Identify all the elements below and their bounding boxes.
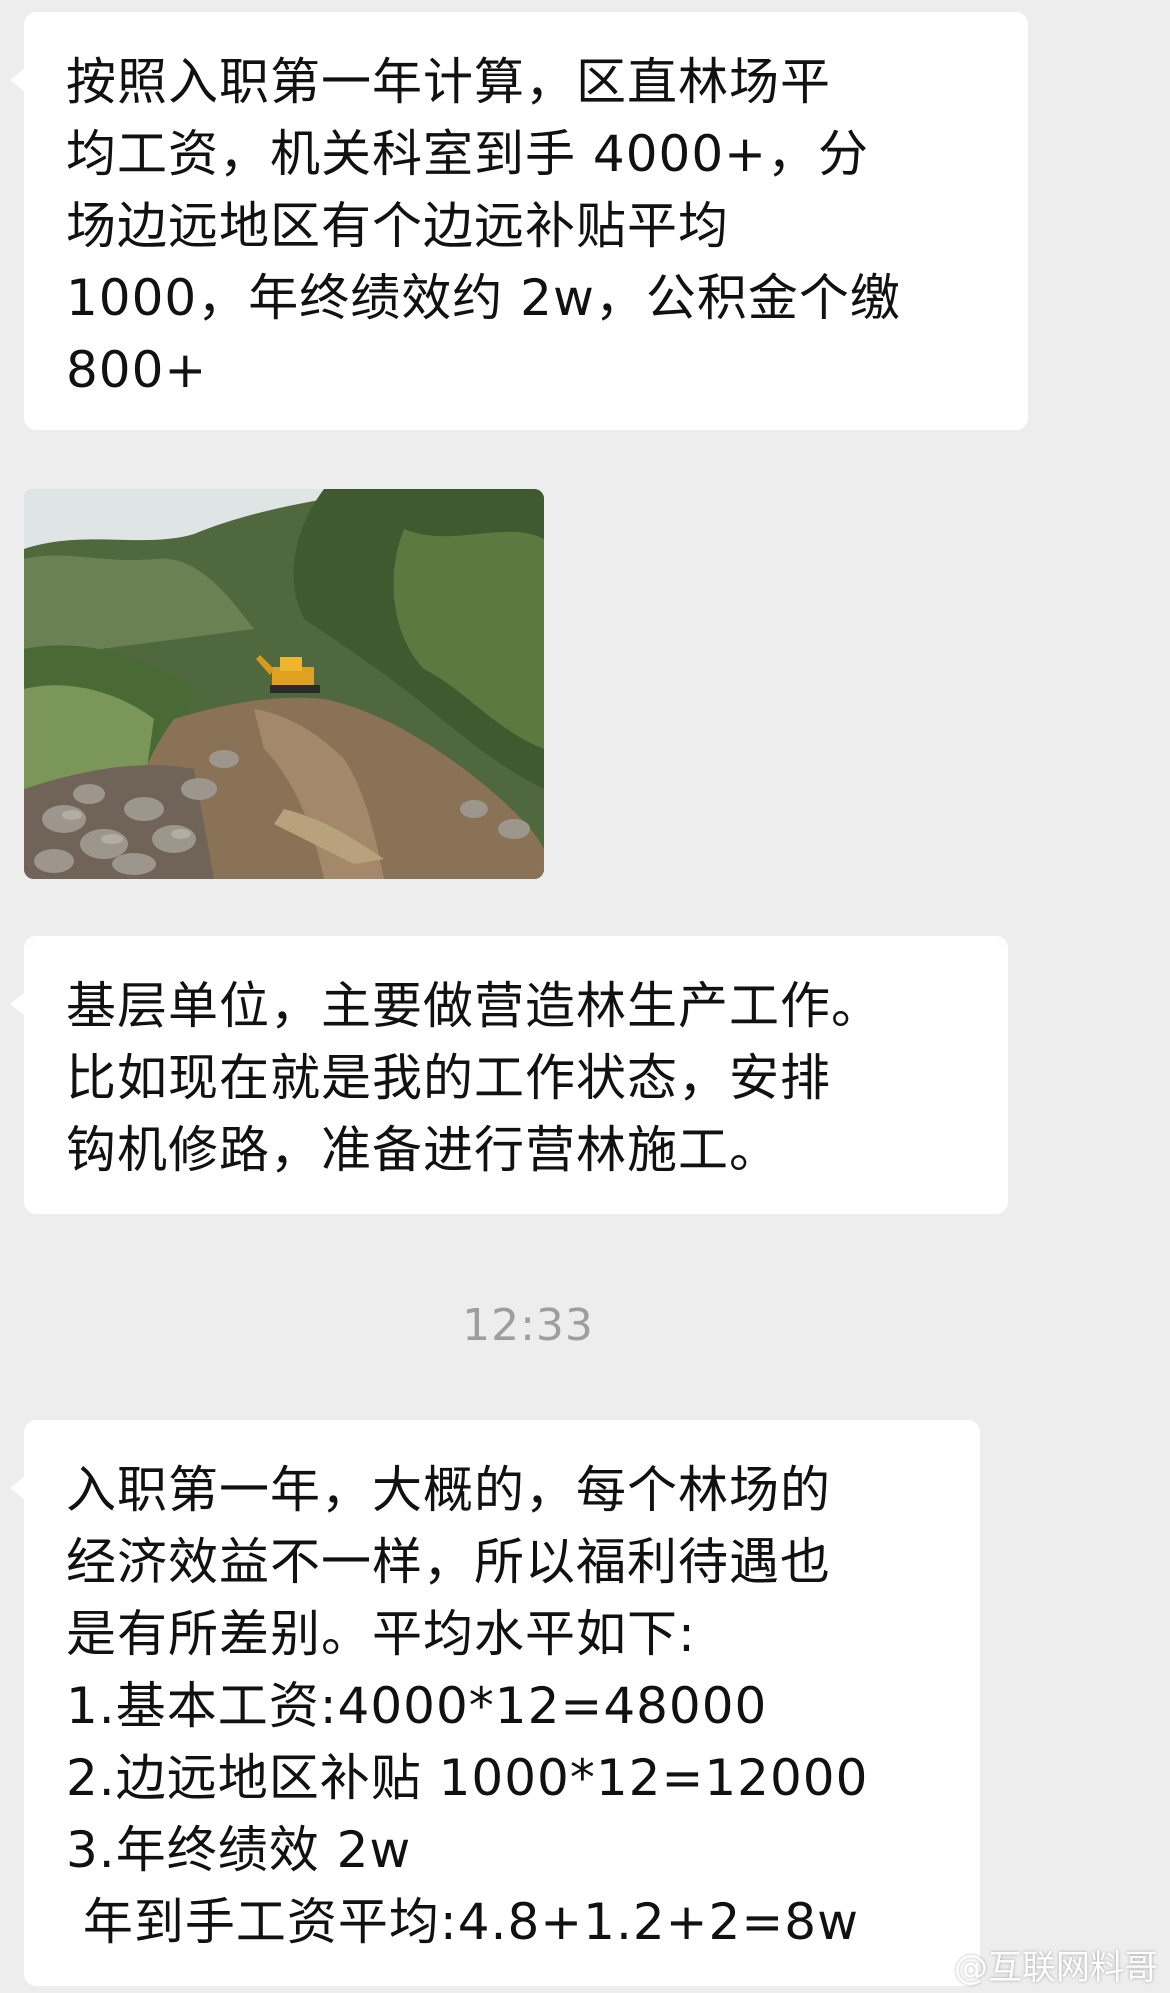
chat-timestamp: 12:33 [462, 1300, 594, 1351]
message-line: 钩机修路，准备进行营林施工。 [66, 1121, 780, 1179]
message-photo-forest-road-excavator[interactable] [24, 489, 544, 879]
message-bubble-work-description[interactable]: 基层单位，主要做营造林生产工作。 比如现在就是我的工作状态，安排 钩机修路，准备… [10, 936, 1008, 1214]
message-bubble-salary-breakdown[interactable]: 入职第一年，大概的，每个林场的 经济效益不一样，所以福利待遇也 是有所差别。平均… [10, 1420, 980, 1986]
message-line: 均工资，机关科室到手 4000+，分 [66, 125, 870, 183]
watermark: @互联网料哥 [902, 1940, 1158, 1989]
watermark-text: @互联网料哥 [954, 1948, 1158, 1988]
message-bubble-salary-overview[interactable]: 按照入职第一年计算，区直林场平 均工资，机关科室到手 4000+，分 场边远地区… [10, 12, 1028, 430]
message-line: 2.边远地区补贴 1000*12=12000 [66, 1749, 869, 1807]
message-line: 1000，年终绩效约 2w，公积金个缴 [66, 269, 901, 327]
message-line: 比如现在就是我的工作状态，安排 [66, 1049, 831, 1107]
message-line: 是有所差别。平均水平如下: [66, 1605, 696, 1663]
message-line: 年到手工资平均:4.8+1.2+2=8w [66, 1893, 859, 1951]
message-line: 1.基本工资:4000*12=48000 [66, 1677, 768, 1735]
message-line: 按照入职第一年计算，区直林场平 [66, 53, 831, 111]
message-line: 经济效益不一样，所以福利待遇也 [66, 1533, 831, 1591]
message-line: 入职第一年，大概的，每个林场的 [66, 1461, 831, 1519]
message-line: 场边远地区有个边远补贴平均 [66, 197, 729, 255]
message-line: 800+ [66, 341, 208, 399]
message-line: 3.年终绩效 2w [66, 1821, 412, 1879]
message-line: 基层单位，主要做营造林生产工作。 [66, 977, 882, 1035]
weibo-logo-icon [903, 1950, 946, 1982]
